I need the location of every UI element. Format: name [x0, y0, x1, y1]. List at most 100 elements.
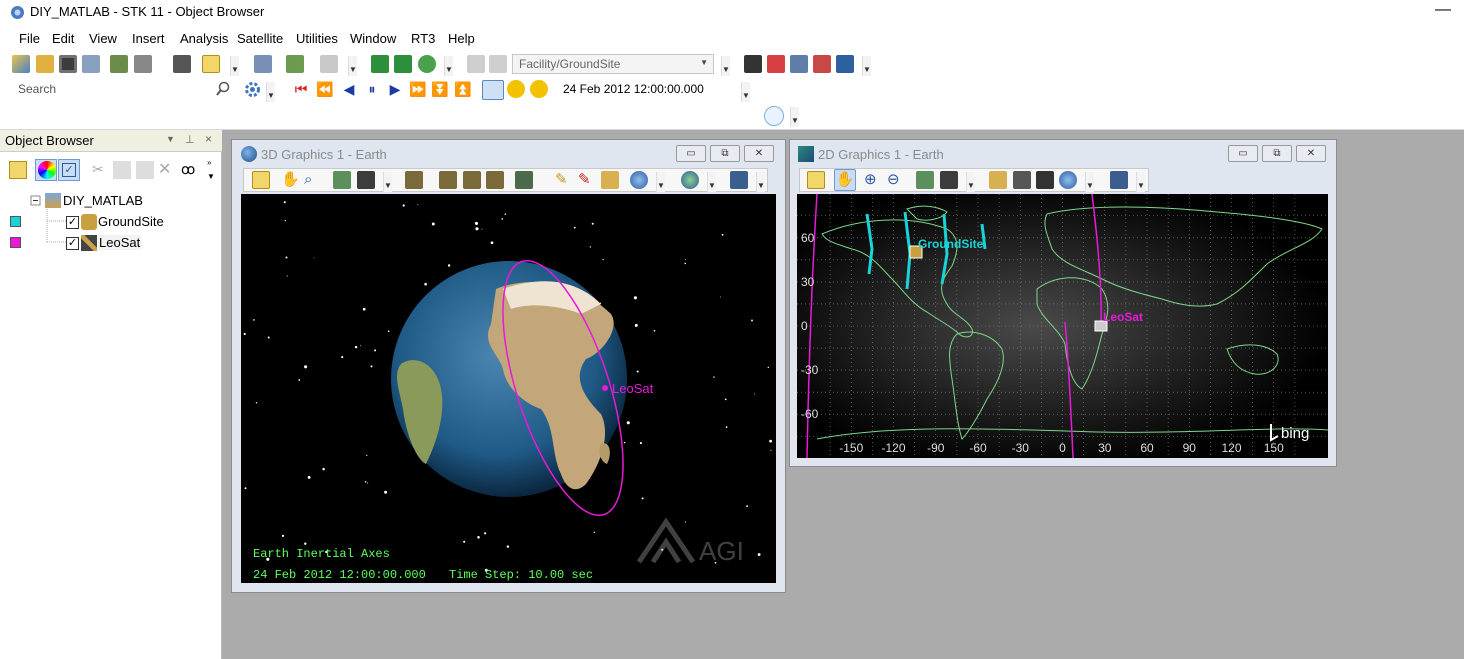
real-time-mode-icon[interactable]	[482, 80, 504, 100]
tree-item-leosat[interactable]: LeoSat	[98, 235, 142, 250]
report-icon[interactable]	[173, 55, 191, 73]
orbit-wizard-icon[interactable]	[744, 55, 762, 73]
vector-icon[interactable]	[836, 55, 854, 73]
toolbar-grip[interactable]: ▼	[1136, 172, 1145, 192]
pause-icon[interactable]: ⏸	[363, 80, 381, 98]
notes-icon[interactable]	[252, 171, 270, 189]
properties-icon[interactable]	[254, 55, 272, 73]
step-reverse-icon[interactable]: ⏪	[316, 80, 334, 98]
menu-satellite[interactable]: Satellite	[237, 31, 283, 46]
tree-item-groundsite[interactable]: GroundSite	[98, 214, 164, 229]
3d-properties-icon[interactable]	[730, 171, 748, 189]
menu-window[interactable]: Window	[350, 31, 396, 46]
restore-2d-button[interactable]: ⧉	[1262, 145, 1292, 162]
zoom-out-icon[interactable]: ⊖	[887, 171, 905, 189]
increase-step-icon[interactable]: ⏫	[454, 80, 472, 98]
snapshot-icon[interactable]	[357, 171, 375, 189]
object-selector-dropdown[interactable]: Facility/GroundSite ▼	[512, 54, 714, 74]
toolbar-grip[interactable]: ▼	[656, 172, 665, 192]
globe-manager-icon[interactable]	[630, 171, 648, 189]
earth-icon[interactable]	[681, 171, 699, 189]
toolbar-grip[interactable]: ▼	[230, 56, 239, 76]
3d-viewport[interactable]: LeoSat AGI Earth Inertial Axes 24 Feb 20…	[241, 194, 776, 583]
save-all-icon[interactable]	[82, 55, 100, 73]
view-object-icon[interactable]	[515, 171, 533, 189]
toolbar-grip[interactable]: ▼	[741, 82, 750, 102]
animation-time-field[interactable]: 24 Feb 2012 12:00:00.000	[563, 80, 738, 100]
groundsite-checkbox[interactable]: ✓	[66, 216, 79, 229]
leosat-checkbox[interactable]: ✓	[66, 237, 79, 250]
search-icon[interactable]	[215, 81, 231, 97]
view-from-icon[interactable]	[405, 171, 423, 189]
toolbar-grip[interactable]: ▼	[383, 172, 392, 192]
panel-menu-icon[interactable]: ▼	[166, 134, 175, 144]
home-view-icon[interactable]	[333, 171, 351, 189]
toolbar-grip[interactable]: ▼	[266, 82, 275, 102]
zoom-in-icon[interactable]: ⊕	[864, 171, 882, 189]
more-tools-icon[interactable]: »	[207, 158, 211, 167]
ruler-icon[interactable]	[601, 171, 619, 189]
menu-view[interactable]: View	[89, 31, 117, 46]
toolbar-grip[interactable]: ▼	[707, 172, 716, 192]
view-to-icon[interactable]	[486, 171, 504, 189]
gear-icon[interactable]	[244, 81, 261, 98]
notes-icon[interactable]	[807, 171, 825, 189]
ruler-icon[interactable]	[989, 171, 1007, 189]
animation-mode-icon[interactable]	[530, 80, 548, 98]
menu-edit[interactable]: Edit	[52, 31, 74, 46]
tree-item-scenario[interactable]: DIY_MATLAB	[63, 193, 143, 208]
insert-default-icon[interactable]	[134, 55, 152, 73]
menu-analysis[interactable]: Analysis	[180, 31, 228, 46]
toolbar-grip[interactable]: ▼	[862, 56, 871, 76]
aspect-ratio-icon[interactable]	[1013, 171, 1031, 189]
view-north-icon[interactable]	[439, 171, 457, 189]
pan-hand-icon[interactable]: ✋	[834, 169, 856, 191]
report-graph-icon[interactable]	[767, 55, 785, 73]
decrease-step-icon[interactable]: ⏬	[431, 80, 449, 98]
play-forward-icon[interactable]: ▶	[386, 80, 404, 98]
2d-properties-icon[interactable]	[1110, 171, 1128, 189]
chart-icon[interactable]	[813, 55, 831, 73]
close-icon[interactable]: ×	[205, 132, 212, 146]
search-input[interactable]: Search	[14, 80, 214, 100]
play-reverse-icon[interactable]: ◀	[340, 80, 358, 98]
new-scenario-icon[interactable]	[12, 55, 30, 73]
map-grid-icon[interactable]	[1036, 171, 1054, 189]
notes-icon[interactable]	[9, 161, 27, 179]
2d-map-viewport[interactable]: GroundSite LeoSat 60 30 0 -30 -60 -150 -120 -9…	[797, 194, 1328, 458]
x-real-time-icon[interactable]	[507, 80, 525, 98]
toolbar-grip[interactable]: ▼	[966, 172, 975, 192]
open-folder-icon[interactable]	[36, 55, 54, 73]
menu-file[interactable]: File	[19, 31, 40, 46]
binoculars-icon[interactable]: ꝏ	[181, 161, 199, 179]
close-3d-button[interactable]: ✕	[744, 145, 774, 162]
leosat-color-swatch[interactable]	[10, 237, 21, 248]
chevron-down-icon[interactable]: ▼	[207, 172, 215, 181]
access-icon[interactable]	[286, 55, 304, 73]
view-up-icon[interactable]	[463, 171, 481, 189]
pin-icon[interactable]: ⊥	[185, 133, 195, 146]
minimize-3d-button[interactable]: ▭	[676, 145, 706, 162]
groundsite-color-swatch[interactable]	[10, 216, 21, 227]
close-2d-button[interactable]: ✕	[1296, 145, 1326, 162]
leosat-marker[interactable]	[602, 385, 608, 391]
link-icon[interactable]	[371, 55, 389, 73]
notes-icon[interactable]	[202, 55, 220, 73]
toolbar-grip[interactable]: ▼	[1085, 172, 1094, 192]
minimize-2d-button[interactable]: ▭	[1228, 145, 1258, 162]
home-view-icon[interactable]	[916, 171, 934, 189]
globe-manager-icon[interactable]	[1059, 171, 1077, 189]
data-provider-icon[interactable]	[790, 55, 808, 73]
minimize-button[interactable]: —	[1434, 2, 1452, 20]
zoom-icon[interactable]: ⌕	[304, 171, 322, 189]
toolbar-grip[interactable]: ▼	[444, 56, 453, 76]
globe-view-icon[interactable]	[764, 106, 784, 126]
reset-animation-icon[interactable]: ⏮	[292, 80, 310, 98]
toolbar-grip[interactable]: ▼	[790, 107, 799, 127]
unlink-icon[interactable]	[394, 55, 412, 73]
insert-object-icon[interactable]	[110, 55, 128, 73]
toolbar-grip[interactable]: ▼	[756, 172, 765, 192]
snapshot-icon[interactable]	[940, 171, 958, 189]
menu-help[interactable]: Help	[448, 31, 475, 46]
toolbar-grip[interactable]: ▼	[348, 56, 357, 76]
